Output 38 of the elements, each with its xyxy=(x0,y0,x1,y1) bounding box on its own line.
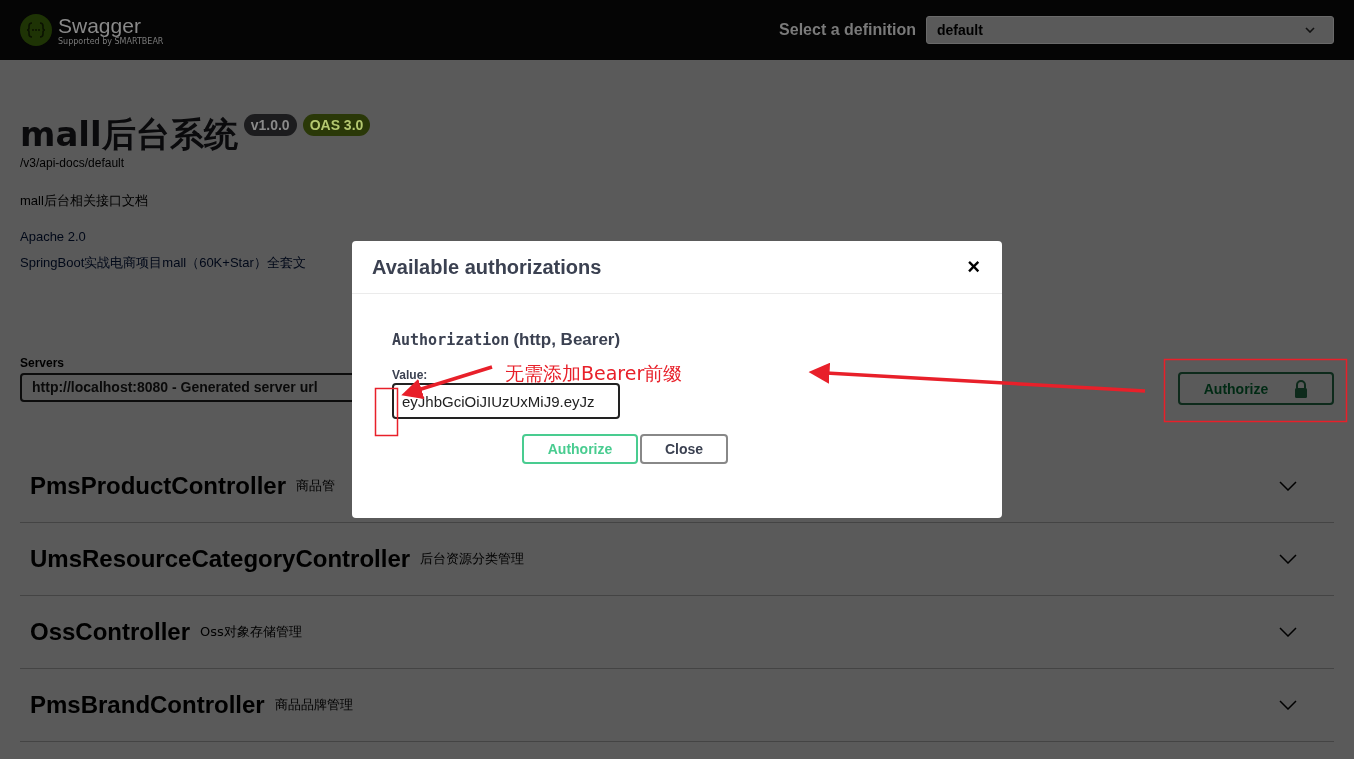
chevron-down-icon xyxy=(1305,27,1315,33)
lock-icon xyxy=(1294,379,1309,398)
authorize-button[interactable]: Authorize xyxy=(1178,372,1334,405)
controller-description: 商品管 xyxy=(296,477,336,495)
controller-name: OssController xyxy=(30,618,191,646)
highlight-frame xyxy=(374,387,399,437)
servers-label: Servers xyxy=(20,356,66,370)
logo-tagline: Supported by SMARTBEAR xyxy=(58,36,164,46)
logo-name: Swagger xyxy=(58,14,142,37)
dialog-title: Available authorizations xyxy=(372,255,602,279)
version-badge: v1.0.0 xyxy=(243,114,297,136)
controller-name: PmsBrandController xyxy=(30,691,265,719)
chevron-down-icon xyxy=(1279,627,1297,637)
controller-name: UmsResourceCategoryController xyxy=(30,545,411,573)
controller-section[interactable]: PmsBrandController 商品品牌管理 xyxy=(20,669,1334,742)
dialog-button[interactable]: Close xyxy=(640,434,728,464)
annotation-text: 无需添加Bearer前缀 xyxy=(505,361,683,386)
spec-link[interactable]: /v3/api-docs/default xyxy=(20,156,1334,170)
api-description: mall后台相关接口文档 xyxy=(20,192,149,210)
logo-icon xyxy=(20,14,52,46)
scheme-name: Authorization xyxy=(392,331,510,349)
chevron-down-icon xyxy=(1279,481,1297,491)
close-button[interactable]: × xyxy=(965,254,982,280)
controller-section[interactable]: UmsResourceCategoryController 后台资源分类管理 xyxy=(20,523,1334,596)
scheme-type: (http, Bearer) xyxy=(513,330,621,350)
controller-description: Oss对象存储管理 xyxy=(200,623,302,641)
definition-label: Select a definition xyxy=(779,21,916,39)
chevron-down-icon xyxy=(1279,700,1297,710)
value-input[interactable]: eyJhbGciOiJIUzUxMiJ9.eyJz xyxy=(392,383,620,419)
version-badge: OAS 3.0 xyxy=(302,114,371,136)
dialog-button[interactable]: Authorize xyxy=(522,434,638,464)
controller-section[interactable]: OssController Oss对象存储管理 xyxy=(20,596,1334,669)
controller-description: 后台资源分类管理 xyxy=(420,550,525,568)
api-title: mall后台系统 xyxy=(20,113,238,156)
definition-select[interactable]: default xyxy=(926,16,1334,44)
controller-name: PmsProductController xyxy=(30,472,287,500)
controller-description: 商品品牌管理 xyxy=(274,696,353,714)
chevron-down-icon xyxy=(1279,554,1297,564)
